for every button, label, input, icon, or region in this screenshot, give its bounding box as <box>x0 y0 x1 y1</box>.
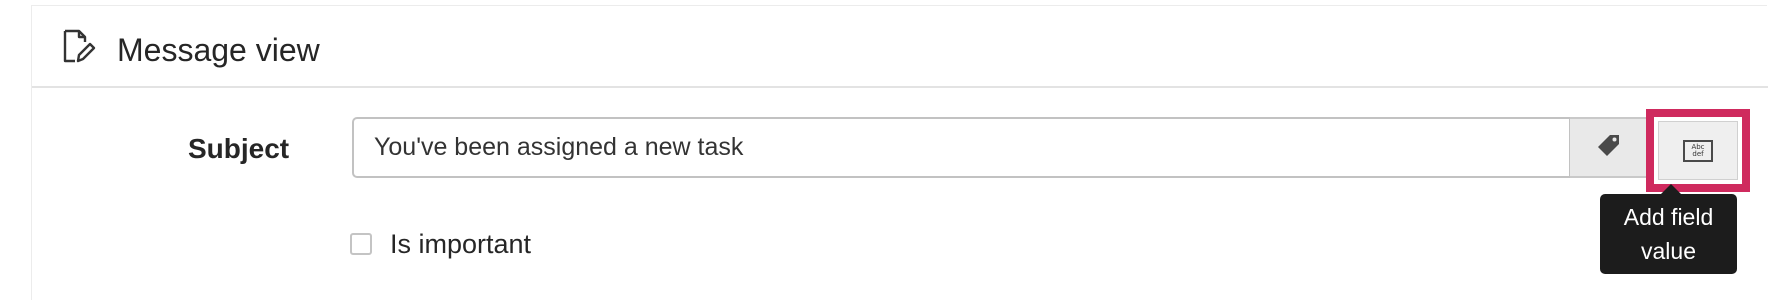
text-field-icon: Abc def <box>1683 139 1713 162</box>
page-title: Message view <box>117 32 320 68</box>
panel-header: Message view <box>32 6 1768 88</box>
subject-input[interactable] <box>352 117 1571 178</box>
important-checkbox[interactable] <box>350 233 372 255</box>
important-checkbox-row[interactable]: Is important <box>350 228 531 260</box>
add-field-value-button[interactable]: Abc def <box>1658 121 1738 180</box>
important-label: Is important <box>390 228 532 259</box>
tooltip-arrow <box>1661 184 1681 194</box>
subject-input-group: Abc def <box>352 109 1750 192</box>
text-field-icon-line2: def <box>1692 149 1704 158</box>
field-value-highlight: Abc def <box>1646 109 1750 192</box>
tooltip: Add field value <box>1600 194 1737 274</box>
subject-label: Subject <box>188 133 290 164</box>
edit-document-icon <box>62 28 96 64</box>
tag-icon <box>1596 132 1622 163</box>
tag-button[interactable] <box>1570 117 1650 178</box>
